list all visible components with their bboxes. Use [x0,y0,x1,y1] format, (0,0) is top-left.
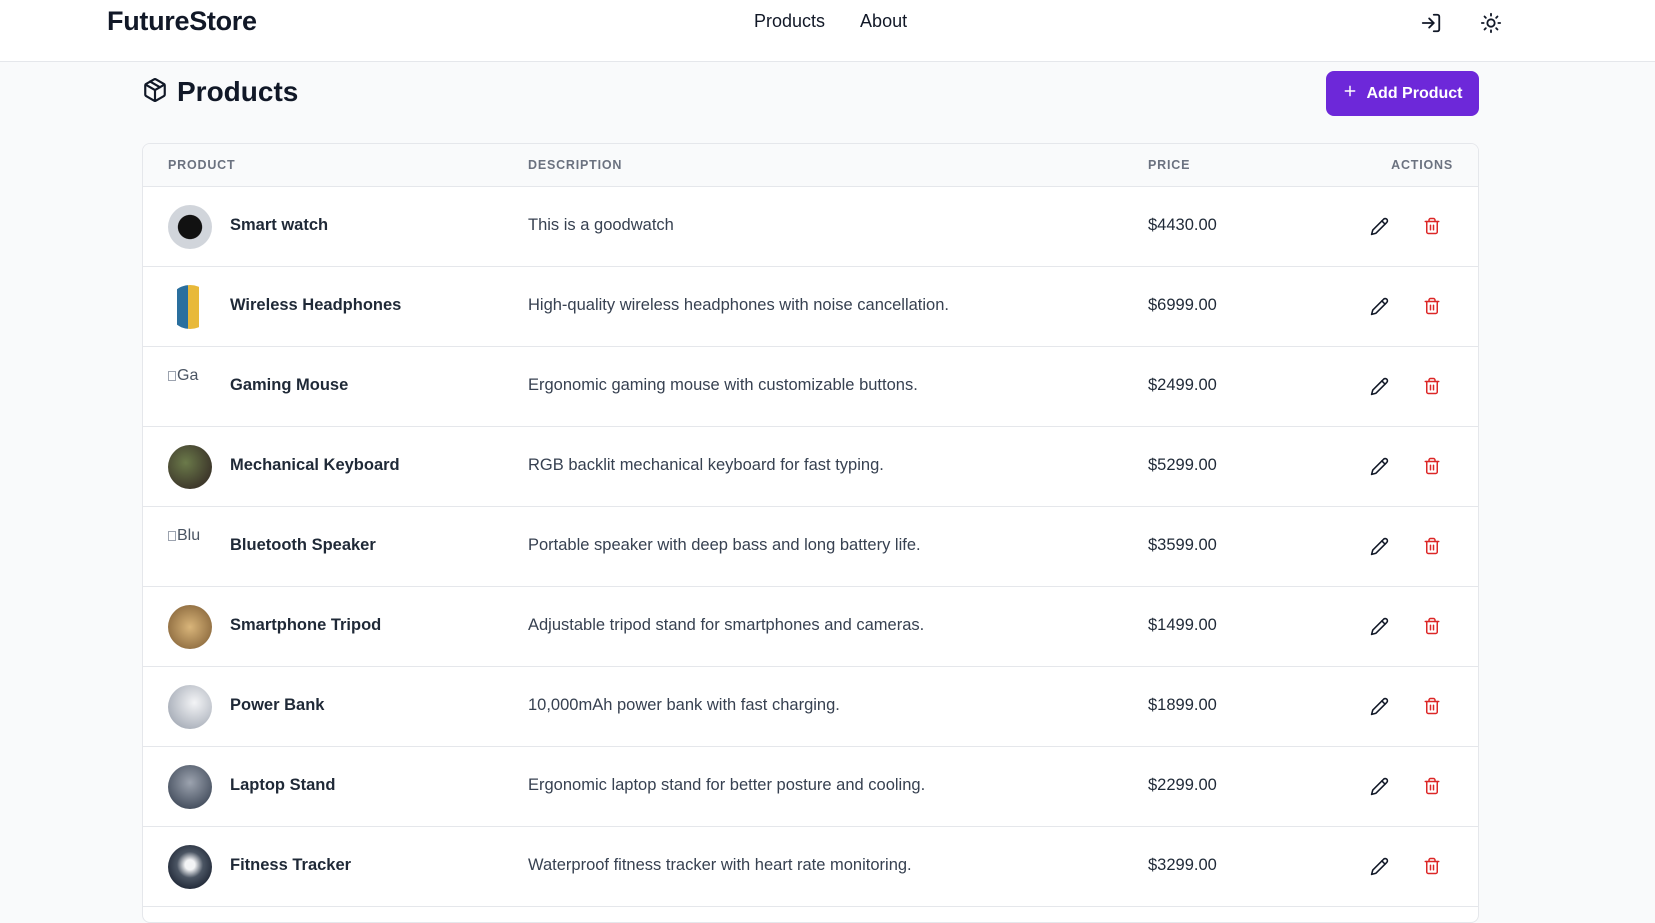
pencil-icon[interactable] [1368,455,1390,477]
alt-text: Blu [177,527,201,544]
product-price: $1899.00 [1148,696,1217,714]
broken-image-alt-text: Ga [168,367,212,385]
product-price: $4430.00 [1148,216,1217,234]
product-price: $3299.00 [1148,856,1217,874]
top-navbar: FutureStore Products About [0,0,1655,62]
trash-icon[interactable] [1421,455,1443,477]
page-title: Products [177,76,299,107]
table-row: Ga Gaming Mouse Ergonomic gaming mouse wit… [143,347,1478,427]
broken-image-icon [168,371,176,381]
product-name: Mechanical Keyboard [230,456,400,474]
product-name: Fitness Tracker [230,856,352,874]
trash-icon[interactable] [1421,375,1443,397]
nav-links: Products About [754,11,907,32]
page-header: Products Add Product [142,71,1479,118]
add-product-button[interactable]: Add Product [1326,71,1479,116]
pencil-icon[interactable] [1368,375,1390,397]
sun-icon[interactable] [1478,10,1504,36]
product-description: This is a goodwatch [528,216,674,234]
pencil-icon[interactable] [1368,295,1390,317]
table-row: Smartphone Tripod Adjustable tripod stand… [143,587,1478,667]
product-image [168,685,212,729]
product-name: Wireless Headphones [230,296,402,314]
col-header-actions: ACTIONS [1391,158,1453,172]
page-title-group: Products [142,76,298,108]
pencil-icon[interactable] [1368,695,1390,717]
product-image [168,605,212,649]
package-icon [142,77,168,108]
product-image-broken: Ga [168,365,212,409]
table-row: Power Bank 10,000mAh power bank with fast… [143,667,1478,747]
alt-text: Ga [177,367,199,384]
product-name: Bluetooth Speaker [230,536,376,554]
trash-icon[interactable] [1421,615,1443,637]
product-description: Portable speaker with deep bass and long… [528,536,921,554]
product-price: $3599.00 [1148,536,1217,554]
table-row: Blu Bluetooth Speaker Portable speaker wit… [143,507,1478,587]
trash-icon[interactable] [1421,855,1443,877]
product-description: High-quality wireless headphones with no… [528,296,949,314]
trash-icon[interactable] [1421,295,1443,317]
products-table: PRODUCT DESCRIPTION PRICE ACTIONS Smart … [142,143,1479,923]
product-image [168,205,212,249]
product-image-broken: Blu [168,525,212,569]
col-header-price: PRICE [1148,158,1191,172]
product-price: $1499.00 [1148,616,1217,634]
product-description: Ergonomic gaming mouse with customizable… [528,376,918,394]
product-price: $6999.00 [1148,296,1217,314]
pencil-icon[interactable] [1368,535,1390,557]
add-product-label: Add Product [1366,84,1463,102]
product-price: $2499.00 [1148,376,1217,394]
pencil-icon[interactable] [1368,775,1390,797]
login-icon[interactable] [1418,10,1444,36]
product-name: Power Bank [230,696,325,714]
product-name: Smart watch [230,216,329,234]
nav-link-about[interactable]: About [860,11,907,32]
pencil-icon[interactable] [1368,855,1390,877]
table-row: Mechanical Keyboard RGB backlit mechanica… [143,427,1478,507]
broken-image-icon [168,531,176,541]
pencil-icon[interactable] [1368,615,1390,637]
table-row: Fitness Tracker Waterproof fitness tracke… [143,827,1478,907]
product-name: Gaming Mouse [230,376,349,394]
table-row: Smart watch This is a goodwatch $4430.00 [143,187,1478,267]
table-header: PRODUCT DESCRIPTION PRICE ACTIONS [143,144,1478,187]
product-price: $2299.00 [1148,776,1217,794]
trash-icon[interactable] [1421,775,1443,797]
nav-link-products[interactable]: Products [754,11,825,32]
product-price: $5299.00 [1148,456,1217,474]
product-description: Adjustable tripod stand for smartphones … [528,616,925,634]
product-description: Ergonomic laptop stand for better postur… [528,776,926,794]
trash-icon[interactable] [1421,535,1443,557]
product-description: 10,000mAh power bank with fast charging. [528,696,840,714]
product-description: RGB backlit mechanical keyboard for fast… [528,456,884,474]
brand-logo[interactable]: FutureStore [107,6,257,37]
product-image [168,845,212,889]
product-name: Laptop Stand [230,776,336,794]
product-image [168,445,212,489]
table-row: Wireless Headphones High-quality wireless… [143,267,1478,347]
trash-icon[interactable] [1421,695,1443,717]
product-image [168,285,212,329]
trash-icon[interactable] [1421,215,1443,237]
pencil-icon[interactable] [1368,215,1390,237]
table-row: Laptop Stand Ergonomic laptop stand for b… [143,747,1478,827]
product-description: Waterproof fitness tracker with heart ra… [528,856,912,874]
broken-image-alt-text: Blu [168,527,212,545]
col-header-product: PRODUCT [168,158,236,172]
product-name: Smartphone Tripod [230,616,382,634]
plus-icon [1343,84,1357,103]
product-image [168,765,212,809]
table-body: Smart watch This is a goodwatch $4430.00 Wi… [143,187,1478,907]
col-header-description: DESCRIPTION [528,158,623,172]
